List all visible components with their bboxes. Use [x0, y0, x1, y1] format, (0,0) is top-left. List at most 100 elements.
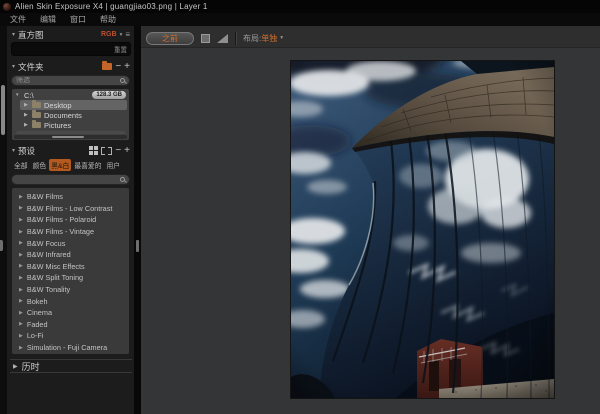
preset-category-row[interactable]: ▶ Simulation - Fuji Camera: [12, 342, 129, 354]
preset-filter-tab[interactable]: 颜色: [31, 159, 49, 171]
image-canvas-area: 之前 布局: 单独 ▾: [141, 26, 600, 414]
drive-row[interactable]: ▾ C:\ 128.3 GB: [12, 90, 129, 100]
collapse-arrow-icon: ▾: [12, 31, 15, 38]
preset-category-label: Faded: [27, 320, 48, 329]
divider-drag-handle[interactable]: [136, 240, 139, 252]
folder-name: Desktop: [44, 101, 72, 110]
preset-category-label: Simulation - Fuji Camera: [27, 343, 107, 352]
scrollbar-thumb[interactable]: [52, 136, 84, 138]
layout-dropdown[interactable]: 布局: 单独 ▾: [243, 33, 283, 44]
menu-bar: 文件 编辑 窗口 帮助: [0, 13, 600, 26]
preset-category-row[interactable]: ▶ B&W Infrared: [12, 249, 129, 261]
preset-filter-tab[interactable]: 黑&白: [49, 159, 71, 171]
menu-item[interactable]: 编辑: [33, 14, 63, 25]
expand-arrow-icon: ▶: [19, 205, 23, 211]
preset-category-label: B&W Films - Polaroid: [27, 215, 96, 224]
preset-category-row[interactable]: ▶ B&W Split Toning: [12, 272, 129, 284]
expand-arrow-icon: ▶: [19, 194, 23, 200]
histogram-panel-header[interactable]: ▾ 直方图 RGB ▾ ≡: [10, 28, 132, 41]
drive-name: C:\: [24, 91, 34, 100]
split-view-icon[interactable]: [217, 34, 228, 43]
folder-icon: [32, 122, 41, 128]
menu-item[interactable]: 帮助: [93, 14, 123, 25]
preset-category-label: B&W Films - Vintage: [27, 227, 94, 236]
preset-category-label: Lo-Fi: [27, 331, 44, 340]
add-folder-icon[interactable]: [102, 63, 112, 70]
preset-category-label: B&W Split Toning: [27, 273, 83, 282]
preset-category-row[interactable]: ▶ Lo-Fi: [12, 330, 129, 342]
preset-category-row[interactable]: ▶ B&W Focus: [12, 237, 129, 249]
left-sidebar: ▾ 直方图 RGB ▾ ≡ 重置 ▾ 文件夹: [0, 26, 134, 414]
history-panel-title: 历时: [22, 360, 40, 373]
app-window: Alien Skin Exposure X4 | guangjiao03.png…: [0, 0, 600, 414]
drive-capacity-badge: 128.3 GB: [92, 91, 126, 99]
presets-panel-title: 预设: [18, 145, 35, 157]
preset-category-row[interactable]: ▶ B&W Films: [12, 191, 129, 203]
preset-filter-tab[interactable]: 用户: [105, 159, 123, 171]
preset-category-row[interactable]: ▶ Faded: [12, 319, 129, 331]
preset-category-row[interactable]: ▶ B&W Films - Polaroid: [12, 214, 129, 226]
folder-row[interactable]: ▶ Desktop: [20, 100, 127, 110]
expand-arrow-icon: ▶: [19, 298, 23, 304]
folder-icon: [32, 112, 41, 118]
collapse-arrow-icon: ▾: [16, 92, 21, 98]
title-bar: Alien Skin Exposure X4 | guangjiao03.png…: [0, 0, 600, 13]
preset-category-row[interactable]: ▶ Bokeh: [12, 295, 129, 307]
preset-category-row[interactable]: ▶ B&W Films - Vintage: [12, 226, 129, 238]
single-view-icon[interactable]: [201, 34, 210, 43]
histogram-channel-select[interactable]: RGB: [101, 31, 117, 38]
menu-item[interactable]: 窗口: [63, 14, 93, 25]
presets-panel-header[interactable]: ▾ 预设 − +: [10, 144, 132, 157]
window-title: Alien Skin Exposure X4 | guangjiao03.png…: [15, 2, 208, 11]
collapse-arrow-icon: ▾: [12, 147, 15, 154]
preset-filter-tab[interactable]: 最喜爱的: [72, 159, 103, 171]
expand-view-icon[interactable]: [101, 147, 112, 155]
preset-category-row[interactable]: ▶ Cinema: [12, 307, 129, 319]
layout-value: 单独: [261, 33, 277, 44]
sidebar-collapse-handle[interactable]: [0, 240, 3, 251]
expand-arrow-icon: ▶: [19, 240, 23, 246]
preset-category-row[interactable]: ▶ B&W Films - Low Contrast: [12, 203, 129, 215]
history-panel-header[interactable]: ▶ 历时: [10, 359, 132, 373]
search-icon: [120, 177, 125, 182]
preset-category-label: Bokeh: [27, 297, 48, 306]
menu-item[interactable]: 文件: [3, 14, 33, 25]
add-folder-button[interactable]: +: [124, 63, 130, 71]
presets-search-box: [11, 174, 130, 185]
folders-filter-input[interactable]: [16, 77, 117, 84]
expand-arrow-icon: ▶: [19, 287, 23, 293]
histogram-reset-button[interactable]: 重置: [114, 44, 127, 54]
folders-panel-header[interactable]: ▾ 文件夹 − +: [10, 60, 132, 73]
preview-toolbar: 之前 布局: 单独 ▾: [141, 26, 600, 48]
presets-search-input[interactable]: [16, 176, 117, 183]
preset-category-label: B&W Films: [27, 192, 63, 201]
preset-category-row[interactable]: ▶ B&W Tonality: [12, 284, 129, 296]
app-logo-icon: [3, 3, 11, 11]
before-preview-button[interactable]: 之前: [146, 32, 194, 45]
sidebar-vertical-scrollbar[interactable]: [1, 85, 5, 135]
remove-folder-button[interactable]: −: [115, 63, 121, 71]
preset-category-label: B&W Tonality: [27, 285, 70, 294]
histogram-menu-icon[interactable]: ≡: [125, 31, 130, 39]
remove-preset-button[interactable]: −: [115, 147, 121, 155]
toolbar-separator: [235, 32, 236, 45]
folder-row[interactable]: ▶ Documents: [20, 110, 129, 120]
preset-filter-tab[interactable]: 全部: [12, 159, 30, 171]
panel-divider[interactable]: [134, 26, 141, 414]
add-preset-button[interactable]: +: [124, 147, 130, 155]
folders-tree: ▾ C:\ 128.3 GB ▶ Desktop: [11, 88, 130, 141]
expand-arrow-icon: ▶: [19, 321, 23, 327]
folder-row[interactable]: ▶ Pictures: [20, 120, 129, 130]
preset-category-list: ▶ B&W Films ▶ B&W Films - Low Contrast ▶…: [11, 187, 130, 355]
collapse-arrow-icon: ▾: [12, 63, 15, 70]
thumbnail-grid-icon[interactable]: [89, 146, 98, 155]
presets-tabs: 全部 颜色 黑&白 最喜爱的 用户: [10, 157, 132, 172]
folder-name: Documents: [44, 111, 82, 120]
preset-category-row[interactable]: ▶ B&W Misc Effects: [12, 261, 129, 273]
folders-horizontal-scrollbar[interactable]: [14, 135, 127, 139]
folders-panel-title: 文件夹: [18, 61, 44, 73]
folder-name: Pictures: [44, 121, 71, 130]
fisheye-photo: [291, 61, 554, 398]
preset-category-label: B&W Misc Effects: [27, 262, 85, 271]
partial-tree-row: [16, 131, 126, 134]
